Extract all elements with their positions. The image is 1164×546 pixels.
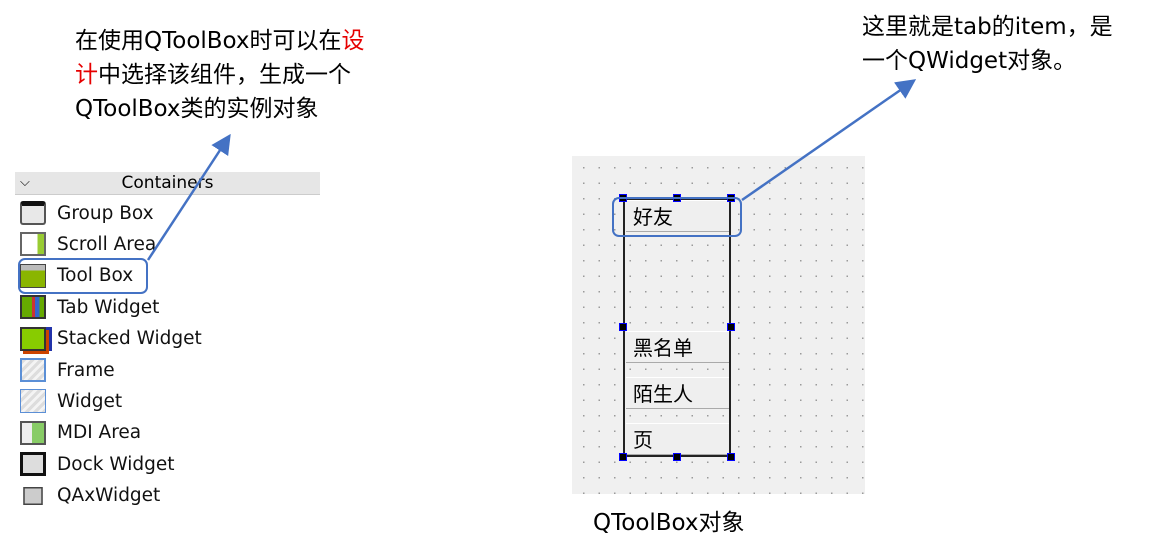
left-arrow bbox=[146, 133, 231, 261]
arrows-overlay bbox=[146, 79, 917, 261]
right-arrow bbox=[741, 79, 917, 202]
